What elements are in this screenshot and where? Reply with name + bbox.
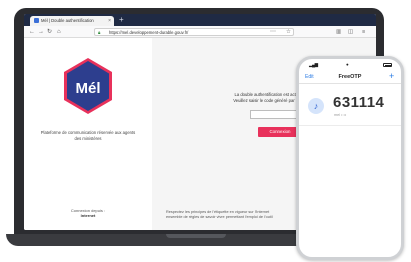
menu-icon[interactable]: ≡ <box>362 26 365 38</box>
otp-token-row[interactable]: ♪ 631114 mel • •• <box>299 93 401 123</box>
mel-logo: Mél <box>61 56 115 116</box>
clock-icon: ● <box>346 62 349 67</box>
platform-caption: Plateforme de communication réservée aux… <box>40 130 136 141</box>
url-bar[interactable]: 🔒︎ https://mel.developpement-durable.gou… <box>94 28 294 36</box>
otp-code: 631114 <box>333 94 385 111</box>
left-panel: Mél Plateforme de communication réservée… <box>24 38 152 230</box>
connection-value: Internet <box>80 213 96 218</box>
url-text: https://mel.developpement-durable.gouv.f… <box>109 30 189 35</box>
signal-icon: ▂▄▆ <box>309 62 318 67</box>
lock-icon: 🔒︎ <box>98 30 101 35</box>
footer-line-1: Respectez les principes de l'étiquette e… <box>166 210 270 214</box>
bookmark-star-icon[interactable]: ☆ <box>286 26 291 38</box>
favicon-icon <box>34 18 39 24</box>
laptop-notch <box>166 234 226 238</box>
add-token-button[interactable]: + <box>389 71 394 81</box>
library-icon[interactable]: ▥ <box>336 26 341 38</box>
app-nav-bar: Edit FreeOTP + <box>299 71 401 84</box>
logo-text: Mél <box>75 80 100 97</box>
browser-tab[interactable]: Mél | Double authentification × <box>30 16 114 26</box>
phone-status-bar: ▂▄▆ ● <box>299 62 401 70</box>
home-icon[interactable]: ⌂ <box>57 26 61 38</box>
close-tab-icon[interactable]: × <box>108 16 111 26</box>
reload-icon[interactable]: ↻ <box>47 26 52 38</box>
browser-toolbar: ← → ↻ ⌂ 🔒︎ https://mel.developpement-dur… <box>24 26 376 38</box>
smartphone: ▂▄▆ ● Edit FreeOTP + ♪ 631114 mel • •• <box>296 56 404 260</box>
footer-line-2: ensemble de règles de savoir vivre perme… <box>166 215 273 219</box>
otp-subtitle: mel • •• <box>334 113 347 117</box>
tab-title: Mél | Double authentification <box>41 18 94 23</box>
browser-tab-bar: Mél | Double authentification × + <box>24 14 376 26</box>
token-icon: ♪ <box>308 98 324 114</box>
back-icon[interactable]: ← <box>29 26 35 38</box>
app-title: FreeOTP <box>338 74 362 80</box>
connection-info: Connexion depuis : Internet <box>38 208 138 218</box>
sidebar-icon[interactable]: ◫ <box>348 26 353 38</box>
row-divider <box>299 125 401 126</box>
page-actions-icon[interactable]: ⋯ <box>270 26 276 38</box>
new-tab-button[interactable]: + <box>119 15 124 25</box>
forward-icon[interactable]: → <box>38 26 44 38</box>
battery-icon <box>383 63 392 67</box>
